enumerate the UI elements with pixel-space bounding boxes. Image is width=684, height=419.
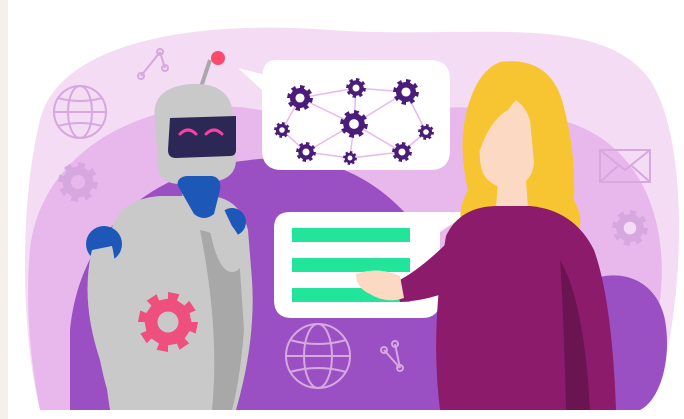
gear-icon <box>296 142 316 162</box>
woman-neck <box>496 180 528 208</box>
robot-visor <box>168 116 236 158</box>
gear-icon <box>392 142 412 162</box>
robot-antenna-tip <box>211 51 225 65</box>
gear-icon <box>346 78 366 98</box>
illustration-scene <box>25 27 680 410</box>
gear-icon <box>138 292 198 352</box>
gear-icon <box>58 162 98 202</box>
gear-icon <box>343 151 357 165</box>
text-line <box>292 258 410 272</box>
text-line <box>292 228 410 242</box>
